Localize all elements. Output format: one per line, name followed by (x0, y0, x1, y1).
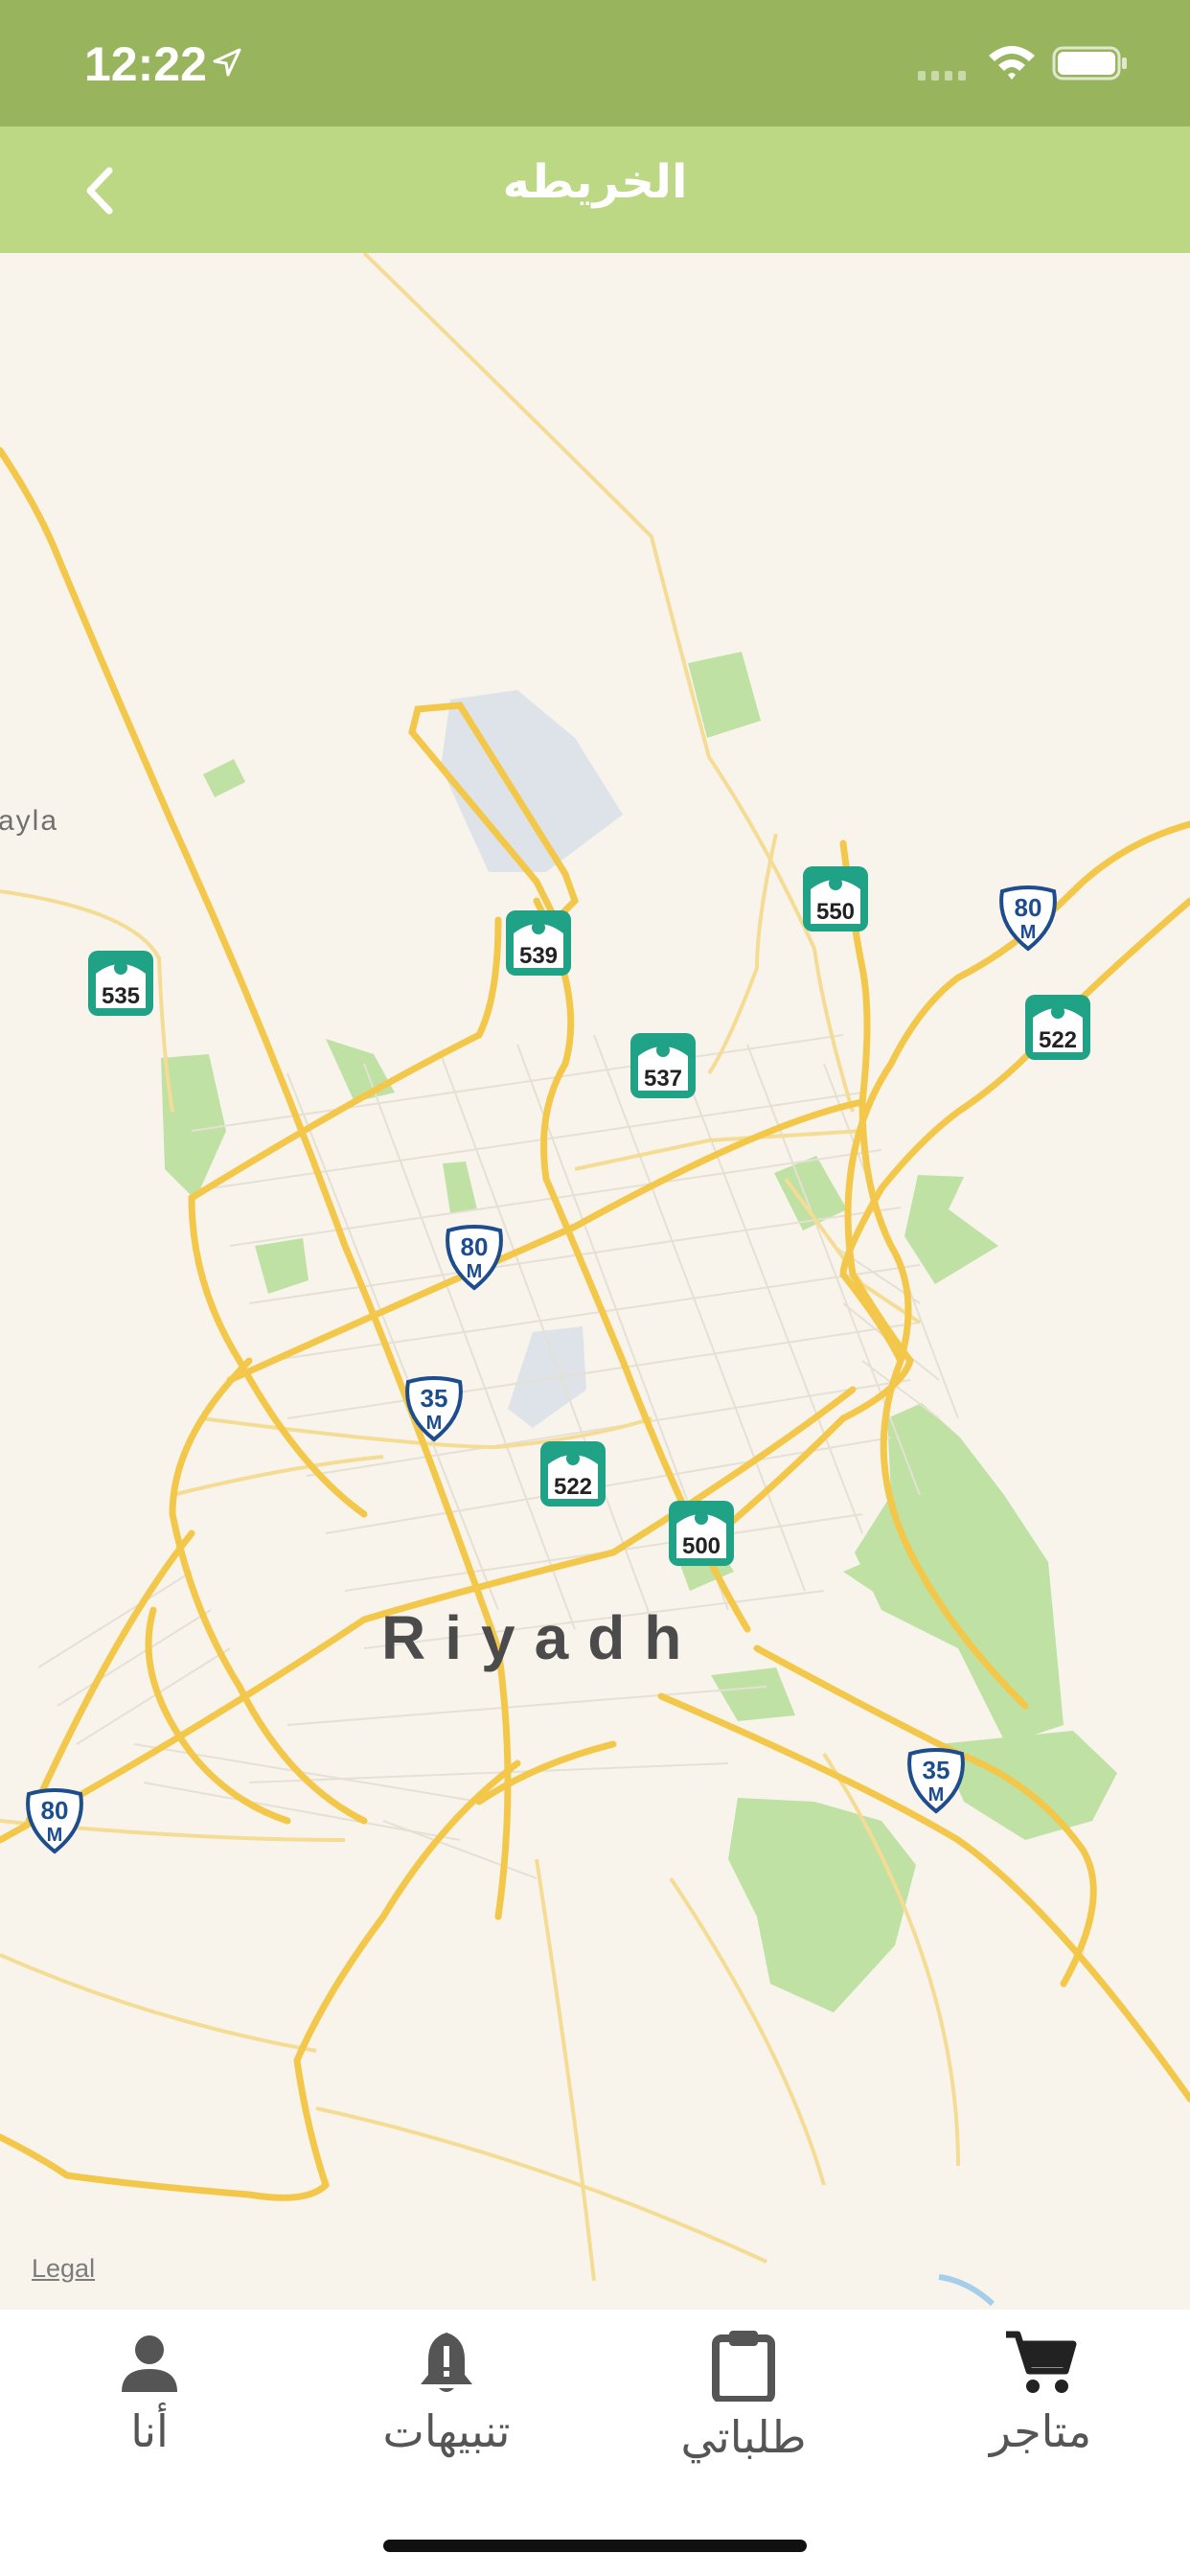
status-bar: 12:22 (0, 0, 1190, 126)
route-number: 535 (101, 983, 141, 1009)
route-marker[interactable]: 537 (629, 1031, 698, 1100)
clipboard-icon (712, 2331, 775, 2404)
bell-icon (421, 2333, 472, 2392)
wifi-icon (989, 46, 1035, 80)
shield-suffix: M (1019, 922, 1037, 943)
route-number: 539 (518, 943, 559, 969)
status-time: 12:22 (84, 37, 207, 91)
route-number: 537 (643, 1066, 683, 1092)
route-number: 500 (681, 1533, 721, 1559)
shield-suffix: M (927, 1784, 945, 1806)
map-canvas (0, 253, 1190, 2307)
water-line (938, 2274, 995, 2307)
route-marker[interactable]: 539 (504, 908, 573, 978)
shield-suffix: M (46, 1825, 63, 1846)
route-marker[interactable]: 535 (86, 949, 155, 1018)
tab-me[interactable]: أنا (34, 2329, 264, 2457)
tab-label: تنبيهات (382, 2405, 511, 2457)
city-label: Riyadh (381, 1603, 701, 1672)
page-title: الخريطه (502, 155, 688, 209)
route-marker[interactable]: 500 (667, 1499, 736, 1568)
route-number: 550 (815, 899, 856, 925)
route-marker[interactable]: 550 (801, 864, 870, 933)
location-arrow-icon (213, 48, 241, 77)
tab-label: أنا (130, 2405, 169, 2457)
shield-suffix: M (425, 1413, 443, 1434)
tab-notifications[interactable]: تنبيهات (332, 2329, 561, 2457)
tab-stores[interactable]: متاجر (926, 2329, 1156, 2457)
route-marker[interactable]: 522 (538, 1439, 607, 1508)
shield-suffix: M (466, 1261, 483, 1282)
highway-shield[interactable]: 35 M (400, 1376, 468, 1443)
home-indicator (383, 2540, 807, 2552)
highway-shield[interactable]: 80 M (995, 886, 1062, 953)
highway-shield[interactable]: 80 M (441, 1225, 508, 1292)
route-number: 522 (553, 1474, 593, 1500)
park-areas (161, 652, 1117, 2012)
legal-link[interactable]: Legal (32, 2254, 95, 2284)
tab-label: طلباتي (680, 2411, 807, 2463)
person-icon (122, 2335, 177, 2392)
battery-icon (1052, 46, 1127, 80)
cart-icon (1006, 2331, 1077, 2393)
major-roads (0, 447, 1190, 2201)
tab-label: متاجر (989, 2405, 1092, 2457)
route-number: 522 (1038, 1027, 1078, 1053)
route-marker[interactable]: 522 (1023, 993, 1092, 1062)
highway-shield[interactable]: 35 M (903, 1748, 970, 1815)
tab-orders[interactable]: طلباتي (629, 2329, 858, 2463)
highway-shield[interactable]: 80 M (21, 1788, 88, 1855)
map-view[interactable]: ayla Riyadh (0, 253, 1190, 2310)
signal-icon (918, 71, 966, 80)
place-label: ayla (0, 805, 59, 837)
